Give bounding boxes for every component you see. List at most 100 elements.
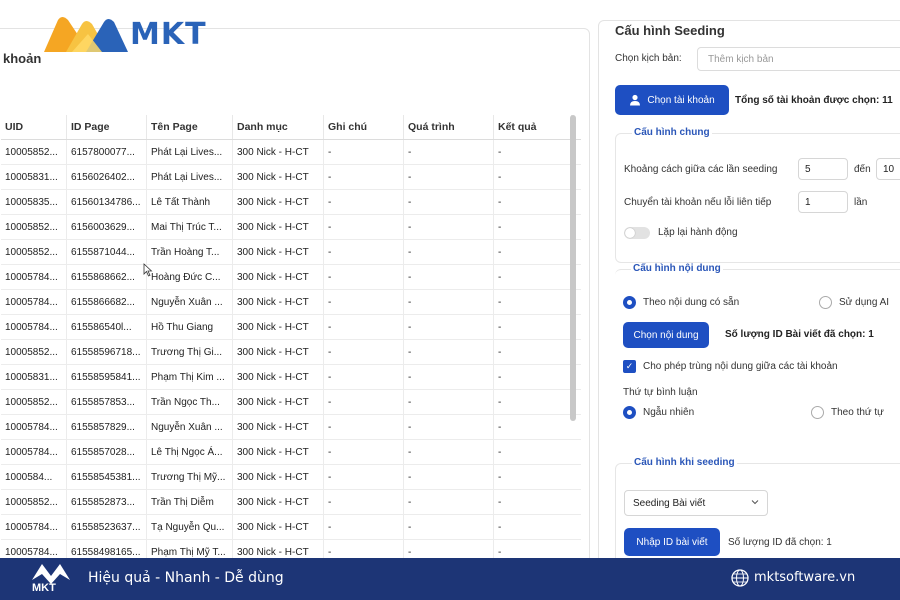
cell-page-name: Trần Thị Diễm [147,490,233,514]
table-row[interactable]: 10005784... 6155857028... Lê Thị Ngọc Á...… [1,440,581,465]
cell-progress: - [404,240,494,264]
switch-unit-label: lần [854,197,868,208]
table-row[interactable]: 10005835... 61560134786... Lê Tất Thành 300… [1,190,581,215]
cell-progress: - [404,340,494,364]
order-sequential-radio[interactable] [811,406,824,419]
cell-page-name: Phát Lại Lives... [147,140,233,164]
order-sequential-label: Theo thứ tự [831,407,884,418]
table-header: UID ID Page Tên Page Danh mục Ghi chú Qu… [1,115,581,140]
content-available-radio[interactable] [623,296,636,309]
cell-note: - [324,415,404,439]
cell-uid: 10005784... [1,290,67,314]
content-ai-radio[interactable] [819,296,832,309]
account-table: UID ID Page Tên Page Danh mục Ghi chú Qu… [1,115,581,567]
cell-result: - [498,446,502,458]
cell-uid: 10005831... [1,365,67,389]
repeat-action-toggle[interactable] [624,227,650,239]
table-row[interactable]: 10005784... 615586540l... Hồ Thu Giang 300 … [1,315,581,340]
cell-progress: - [404,415,494,439]
cell-result: - [498,471,502,483]
col-result[interactable]: Kết quả [494,115,572,139]
cell-result: - [498,371,502,383]
cell-page-name: Nguyễn Xuân ... [147,290,233,314]
cell-progress: - [404,515,494,539]
cell-id-page: 6156026402... [67,165,147,189]
cell-note: - [324,465,404,489]
mkt-logo-mark-icon [44,17,128,52]
table-row[interactable]: 10005784... 6155868662... Hoàng Đức C... 30… [1,265,581,290]
script-label: Chọn kịch bản: [615,53,682,64]
table-row[interactable]: 10005852... 61558596718... Trương Thị Gi..… [1,340,581,365]
cell-result: - [498,496,502,508]
cell-page-name: Phát Lại Lives... [147,165,233,189]
cell-id-page: 6155857853... [67,390,147,414]
switch-account-input[interactable]: 1 [798,191,848,213]
cell-result: - [498,246,502,258]
cell-id-page: 61558523637... [67,515,147,539]
cell-note: - [324,165,404,189]
col-note[interactable]: Ghi chú [324,115,404,139]
choose-account-button[interactable]: Chọn tài khoản [615,85,729,115]
import-post-id-button[interactable]: Nhập ID bài viết [624,528,720,556]
interval-from-input[interactable]: 5 [798,158,848,180]
cell-note: - [324,265,404,289]
cell-category: 300 Nick - H-CT [233,340,324,364]
cell-uid: 10005784... [1,440,67,464]
table-row[interactable]: 10005852... 6156003629... Mai Thị Trúc T..… [1,215,581,240]
cell-page-name: Lê Thị Ngọc Á... [147,440,233,464]
table-row[interactable]: 10005852... 6155852873... Trần Thị Diễm 300… [1,490,581,515]
cell-note: - [324,315,404,339]
cell-note: - [324,190,404,214]
cell-page-name: Trương Thị Gi... [147,340,233,364]
cell-page-name: Mai Thị Trúc T... [147,215,233,239]
script-select[interactable]: Thêm kịch bản [697,47,900,71]
cell-id-page: 61558545381... [67,465,147,489]
footer-website-link[interactable]: mktsoftware.vn [754,570,855,585]
general-config-section: Cấu hình chung Khoảng cách giữa các lần … [615,127,900,263]
table-row[interactable]: 10005852... 6157800077... Phát Lại Lives..… [1,140,581,165]
cell-page-name: Trần Hoàng T... [147,240,233,264]
interval-label: Khoảng cách giữa các lần seeding [624,164,778,175]
logo-text: MKT [130,16,207,52]
allow-duplicate-checkbox[interactable]: ✓ [623,360,636,373]
user-icon [630,94,641,106]
cell-category: 300 Nick - H-CT [233,265,324,289]
table-scrollbar[interactable] [570,115,576,421]
cell-progress: - [404,465,494,489]
col-page-name[interactable]: Tên Page [147,115,233,139]
switch-account-label: Chuyển tài khoản nếu lỗi liên tiếp [624,197,772,208]
cell-result: - [498,521,502,533]
seeding-config-panel: Cấu hình Seeding Chọn kịch bản: Thêm kịc… [598,20,900,583]
order-random-radio[interactable] [623,406,636,419]
cell-note: - [324,140,404,164]
cell-result: - [498,321,502,333]
cell-category: 300 Nick - H-CT [233,515,324,539]
table-row[interactable]: 10005784... 6155857829... Nguyễn Xuân ... 3… [1,415,581,440]
cell-result: - [498,346,502,358]
cell-category: 300 Nick - H-CT [233,290,324,314]
cell-category: 300 Nick - H-CT [233,315,324,339]
table-row[interactable]: 10005852... 6155871044... Trần Hoàng T... 3… [1,240,581,265]
table-row[interactable]: 10005784... 6155866682... Nguyễn Xuân ... 3… [1,290,581,315]
col-progress[interactable]: Quá trình [404,115,494,139]
table-row[interactable]: 10005831... 61558595841... Phạm Thị Kim ..… [1,365,581,390]
cell-result: - [498,171,502,183]
table-row[interactable]: 10005831... 6156026402... Phát Lại Lives..… [1,165,581,190]
col-category[interactable]: Danh mục [233,115,324,139]
chevron-down-icon [751,500,759,505]
cell-id-page: 6157800077... [67,140,147,164]
col-uid[interactable]: UID [1,115,67,139]
choose-content-button[interactable]: Chọn nội dung [623,322,709,348]
cell-id-page: 6155852873... [67,490,147,514]
table-row[interactable]: 1000584... 61558545381... Trương Thị Mỹ...… [1,465,581,490]
interval-to-input[interactable]: 10 [876,158,900,180]
repeat-action-label: Lặp lại hành động [658,227,738,238]
footer-logo-text: MKT [32,582,56,594]
col-id-page[interactable]: ID Page [67,115,147,139]
table-row[interactable]: 10005784... 61558523637... Tạ Nguyễn Qu...… [1,515,581,540]
cell-progress: - [404,440,494,464]
cell-progress: - [404,265,494,289]
seeding-mode-dropdown[interactable]: Seeding Bài viết [624,490,768,516]
post-count-text: Số lượng ID Bài viết đã chọn: 1 [725,329,874,340]
table-row[interactable]: 10005852... 6155857853... Trần Ngọc Th... 3… [1,390,581,415]
